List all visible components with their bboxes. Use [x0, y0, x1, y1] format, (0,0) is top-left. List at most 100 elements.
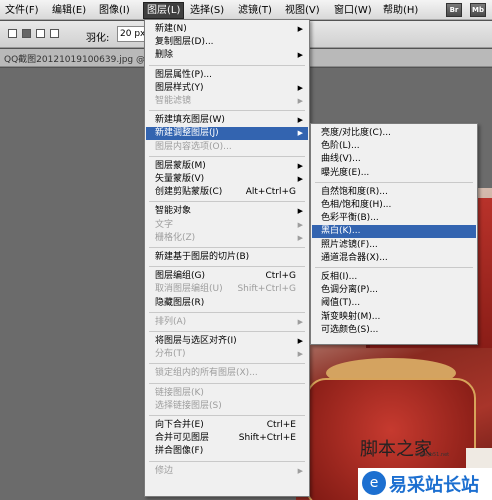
menu-item-label: 文字	[155, 219, 174, 230]
submenu-arrow-icon: ▶	[297, 317, 303, 326]
menu-item[interactable]: 曝光度(E)...	[312, 167, 476, 180]
menu-file[interactable]: 文件(F)	[5, 3, 39, 18]
menu-item: 修边 ▶	[146, 465, 308, 478]
menu-select[interactable]: 选择(S)	[190, 3, 224, 18]
menu-item[interactable]: 图层属性(P)...	[146, 69, 308, 82]
menu-item-label: 自然饱和度(R)...	[321, 186, 388, 197]
menu-item[interactable]: 图层样式(Y) ▶	[146, 82, 308, 95]
menu-item-label: 智能滤镜	[155, 96, 192, 106]
menu-item-label: 新建调整图层(J)	[155, 128, 219, 139]
menu-item: 取消图层编组(U) Shift+Ctrl+G	[146, 283, 308, 296]
menu-item: 排列(A) ▶	[146, 316, 308, 329]
menu-item[interactable]: 曲线(V)...	[312, 153, 476, 166]
menu-item[interactable]: 图层编组(G) Ctrl+G	[146, 270, 308, 283]
menu-item-label: 色阶(L)...	[321, 141, 360, 152]
menu-item[interactable]: 照片滤镜(F)...	[312, 239, 476, 252]
submenu-arrow-icon: ▶	[297, 337, 303, 345]
menu-item[interactable]: 亮度/对比度(C)...	[312, 127, 476, 140]
menu-item[interactable]: 通道混合器(X)...	[312, 252, 476, 265]
menu-item[interactable]: 将图层与选区对齐(I) ▶	[146, 335, 308, 348]
bridge-button[interactable]: Br	[446, 3, 462, 17]
menu-item-label: 删除	[155, 50, 174, 61]
watermark-logo-icon: e	[362, 471, 386, 495]
menu-image[interactable]: 图像(I)	[99, 3, 130, 18]
menu-item[interactable]: 智能对象 ▶	[146, 205, 308, 218]
menu-item[interactable]: 渐变映射(M)...	[312, 311, 476, 324]
menu-item-label: 智能对象	[155, 206, 192, 217]
menu-item-label: 锁定组内的所有图层(X)...	[155, 368, 258, 379]
menu-window[interactable]: 窗口(W)	[334, 3, 372, 18]
menu-help[interactable]: 帮助(H)	[383, 3, 418, 18]
menu-separator	[149, 460, 305, 462]
menu-item-label: 选择链接图层(S)	[155, 400, 222, 411]
menu-item: 锁定组内的所有图层(X)...	[146, 367, 308, 380]
menu-filter[interactable]: 滤镜(T)	[238, 3, 272, 18]
menu-item[interactable]: 创建剪贴蒙版(C) Alt+Ctrl+G	[146, 186, 308, 199]
menu-item[interactable]: 隐藏图层(R)	[146, 297, 308, 310]
menu-separator	[149, 311, 305, 313]
menu-item[interactable]: 新建(N) ▶	[146, 23, 308, 36]
menu-item[interactable]: 自然饱和度(R)...	[312, 186, 476, 199]
menu-item-label: 曲线(V)...	[321, 154, 361, 165]
menu-item-label: 分布(T)	[155, 349, 186, 360]
menu-item[interactable]: 合并可见图层 Shift+Ctrl+E	[146, 432, 308, 445]
menu-separator	[149, 155, 305, 157]
menu-item-label: 链接图层(K)	[155, 387, 204, 398]
menu-item-label: 合并可见图层	[155, 433, 210, 444]
new-selection-icon[interactable]	[8, 29, 17, 38]
menu-item[interactable]: 图层蒙版(M) ▶	[146, 160, 308, 173]
menu-separator	[149, 382, 305, 384]
menu-item[interactable]: 阈值(T)...	[312, 297, 476, 310]
menu-edit[interactable]: 编辑(E)	[52, 3, 86, 18]
menu-item-shortcut: Alt+Ctrl+G	[245, 187, 296, 198]
menu-item[interactable]: 可选颜色(S)...	[312, 324, 476, 337]
menu-layer[interactable]: 图层(L)	[143, 2, 185, 19]
submenu-arrow-icon: ▶	[297, 175, 303, 183]
menu-item[interactable]: 新建基于图层的切片(B)	[146, 251, 308, 264]
menu-item[interactable]: 色调分离(P)...	[312, 284, 476, 297]
menu-item[interactable]: 色阶(L)...	[312, 140, 476, 153]
subtract-selection-icon[interactable]	[36, 29, 45, 38]
document-tab-label: QQ截图20121019100639.jpg @	[4, 55, 145, 65]
menu-item[interactable]: 新建填充图层(W) ▶	[146, 114, 308, 127]
menu-item-label: 创建剪贴蒙版(C)	[155, 187, 223, 198]
menu-item[interactable]: 复制图层(D)...	[146, 36, 308, 49]
menu-item-label: 新建基于图层的切片(B)	[155, 252, 250, 262]
menu-item-label: 反相(I)...	[321, 272, 358, 282]
menu-item-label: 阈值(T)...	[321, 298, 361, 309]
add-selection-icon[interactable]	[22, 29, 31, 38]
minibridge-button[interactable]: Mb	[470, 3, 486, 17]
menu-item-label: 拼合图像(F)	[155, 446, 204, 457]
menu-item-label: 栅格化(Z)	[155, 232, 196, 243]
menu-item[interactable]: 删除 ▶	[146, 49, 308, 62]
submenu-arrow-icon: ▶	[297, 97, 303, 105]
menu-item-label: 图层蒙版(M)	[155, 160, 206, 171]
menu-item[interactable]: 矢量蒙版(V) ▶	[146, 173, 308, 186]
submenu-arrow-icon: ▶	[297, 116, 303, 125]
adjustment-layer-submenu: 亮度/对比度(C)... 色阶(L)... 曲线(V)... 曝光度(E)... 自然饱…	[310, 123, 478, 345]
menu-item[interactable]: 色相/饱和度(H)...	[312, 199, 476, 212]
menu-item[interactable]: 新建调整图层(J) ▶	[146, 127, 308, 141]
menu-item[interactable]: 黑白(K)...	[312, 225, 476, 239]
menu-item: 栅格化(Z) ▶	[146, 232, 308, 245]
layer-menu: 新建(N) ▶ 复制图层(D)... 删除 ▶ 图层属性(P)... 图层样式(Y) ▶ 智能滤…	[144, 19, 310, 497]
menu-item[interactable]: 向下合并(E) Ctrl+E	[146, 419, 308, 432]
menu-item-label: 取消图层编组(U)	[155, 284, 223, 295]
submenu-arrow-icon: ▶	[297, 161, 303, 170]
menu-item-label: 色彩平衡(B)...	[321, 213, 379, 224]
submenu-arrow-icon: ▶	[297, 466, 303, 475]
feather-input[interactable]: 20 px	[117, 26, 145, 42]
feather-label: 羽化:	[86, 33, 110, 44]
menu-separator	[149, 331, 305, 332]
menu-item[interactable]: 拼合图像(F)	[146, 445, 308, 458]
menu-view[interactable]: 视图(V)	[285, 3, 320, 18]
submenu-arrow-icon: ▶	[297, 207, 303, 216]
intersect-selection-icon[interactable]	[50, 29, 59, 38]
menu-item-label: 向下合并(E)	[155, 420, 204, 430]
menu-item[interactable]: 色彩平衡(B)...	[312, 212, 476, 225]
menu-separator	[149, 266, 305, 268]
menu-item-shortcut: Ctrl+E	[266, 420, 296, 430]
menu-item-label: 将图层与选区对齐(I)	[155, 336, 237, 346]
menu-item[interactable]: 反相(I)...	[312, 271, 476, 284]
submenu-arrow-icon: ▶	[297, 51, 303, 60]
